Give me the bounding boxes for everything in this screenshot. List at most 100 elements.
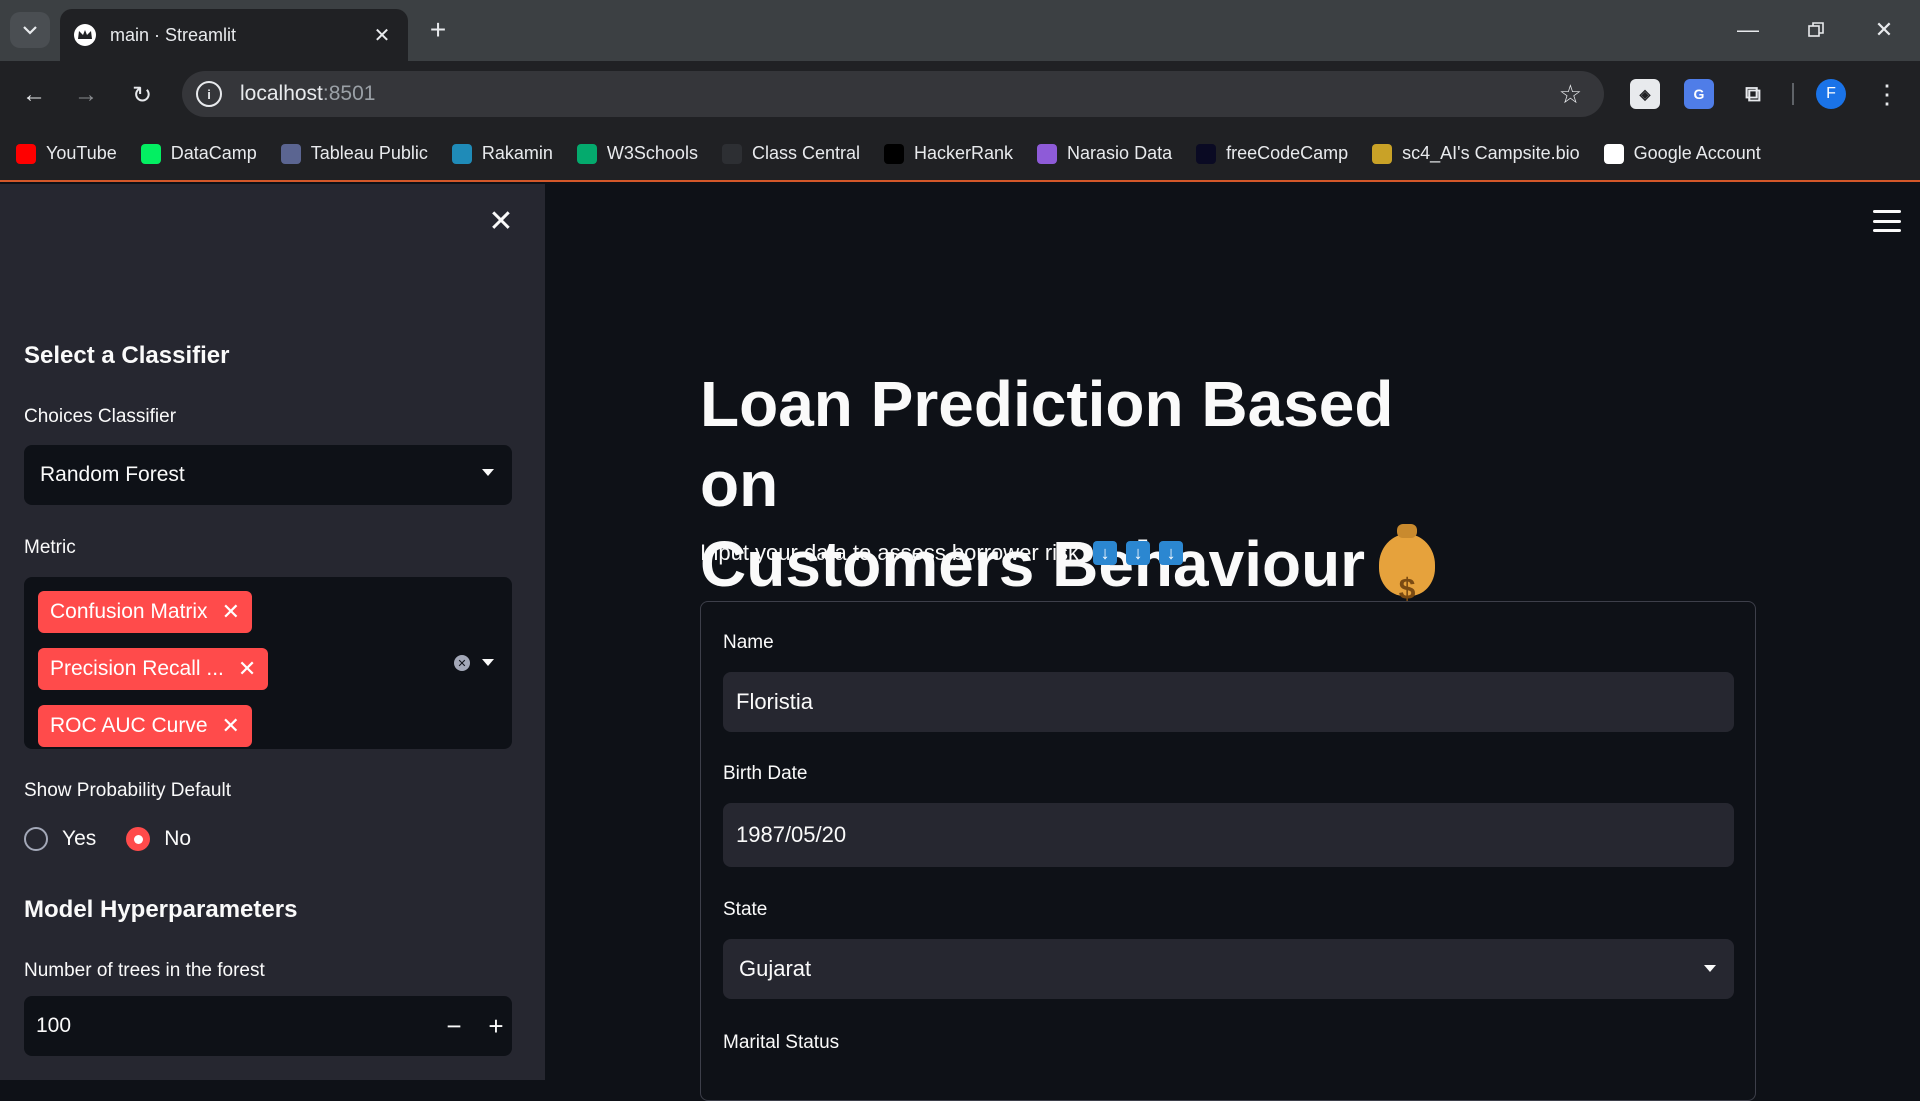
clear-all-icon[interactable]: ✕ <box>454 655 470 671</box>
decrement-button[interactable]: − <box>438 1010 470 1042</box>
metric-chip-label: Precision Recall ... <box>50 657 224 680</box>
bookmark-label: Narasio Data <box>1067 143 1173 163</box>
chevron-down-icon <box>1704 965 1716 972</box>
classifier-heading: Select a Classifier <box>24 342 230 369</box>
loan-form: Name Floristia Birth Date 1987/05/20 Sta… <box>700 601 1756 1101</box>
down-arrow-icon: ↓ <box>1159 541 1184 565</box>
bookmark-item[interactable]: W3Schools <box>576 143 698 164</box>
trees-label: Number of trees in the forest <box>24 960 265 981</box>
metric-chip[interactable]: Confusion Matrix ✕ <box>38 591 252 633</box>
title-line-1: Loan Prediction Based on <box>700 368 1394 520</box>
bookmark-label: YouTube <box>46 143 117 163</box>
bookmark-label: HackerRank <box>914 143 1014 163</box>
url-text: localhost:8501 <box>240 82 376 105</box>
down-arrow-icon: ↓ <box>1126 541 1151 565</box>
metric-chip[interactable]: Precision Recall ... ✕ <box>38 648 269 690</box>
browser-toolbar: ← → ↻ i localhost:8501 ☆ ◈ G ⧉ F ⋮ <box>0 61 1920 127</box>
probability-label: Show Probability Default <box>24 780 231 801</box>
bookmark-item[interactable]: Rakamin <box>451 143 553 164</box>
classifier-select-value: Random Forest <box>40 463 185 486</box>
bookmark-item[interactable]: Google Account <box>1603 143 1761 164</box>
name-label: Name <box>723 632 774 653</box>
w3schools-icon <box>576 143 597 164</box>
chevron-down-icon[interactable] <box>482 659 494 666</box>
bookmark-label: Google Account <box>1633 143 1761 163</box>
birth-date-value: 1987/05/20 <box>736 822 847 847</box>
address-bar[interactable]: i localhost:8501 ☆ <box>182 71 1604 117</box>
probability-radio-group: Yes No <box>24 827 221 851</box>
birth-date-input[interactable]: 1987/05/20 <box>723 803 1734 867</box>
radio-yes[interactable] <box>24 827 48 851</box>
radio-yes-label[interactable]: Yes <box>62 827 96 851</box>
campsite-icon <box>1372 143 1393 164</box>
profile-avatar[interactable]: F <box>1816 79 1846 109</box>
birth-date-label: Birth Date <box>723 763 808 784</box>
bookmark-item[interactable]: Class Central <box>721 143 860 164</box>
radio-no-label[interactable]: No <box>164 827 191 851</box>
money-bag-icon <box>1379 524 1436 630</box>
streamlit-main: Loan Prediction Based on Customers Behav… <box>545 184 1920 1101</box>
toolbar-divider <box>1792 83 1794 105</box>
page-subtitle: Input your data to assess borrower risk … <box>700 540 1184 566</box>
back-button[interactable]: ← <box>14 75 54 115</box>
state-label: State <box>723 899 768 920</box>
bookmark-item[interactable]: YouTube <box>16 143 117 164</box>
state-select[interactable]: Gujarat <box>723 939 1734 999</box>
google-translate-icon[interactable]: G <box>1684 79 1714 109</box>
remove-chip-icon[interactable]: ✕ <box>238 656 256 682</box>
down-arrow-icon: ↓ <box>1093 541 1118 565</box>
remove-chip-icon[interactable]: ✕ <box>222 713 240 739</box>
radio-no[interactable] <box>126 827 151 851</box>
browser-menu-icon[interactable]: ⋮ <box>1872 79 1902 109</box>
state-value: Gujarat <box>739 956 812 981</box>
streamlit-crown-icon <box>74 24 96 46</box>
name-input[interactable]: Floristia <box>723 672 1734 732</box>
bookmark-item[interactable]: HackerRank <box>884 143 1013 164</box>
marital-status-label: Marital Status <box>723 1032 840 1053</box>
restore-button[interactable] <box>1794 10 1838 50</box>
trees-number-input[interactable]: 100 − + <box>24 996 512 1056</box>
increment-button[interactable]: + <box>480 1010 512 1042</box>
google-icon <box>1603 143 1624 164</box>
bookmark-item[interactable]: sc4_AI's Campsite.bio <box>1372 143 1580 164</box>
browser-tab[interactable]: main · Streamlit ✕ <box>60 9 408 61</box>
bookmark-label: sc4_AI's Campsite.bio <box>1402 143 1580 163</box>
restore-icon <box>1808 22 1824 37</box>
metric-label: Metric <box>24 537 76 558</box>
bookmark-item[interactable]: DataCamp <box>140 143 257 164</box>
tab-close-icon[interactable]: ✕ <box>370 23 394 47</box>
page-title: Loan Prediction Based on Customers Behav… <box>700 364 1460 630</box>
bookmark-item[interactable]: Narasio Data <box>1037 143 1172 164</box>
minimize-button[interactable]: — <box>1726 10 1770 50</box>
site-info-icon[interactable]: i <box>196 81 222 107</box>
metric-multiselect[interactable]: Confusion Matrix ✕ Precision Recall ... … <box>24 577 512 749</box>
bookmark-label: Rakamin <box>481 143 553 163</box>
bookmark-label: W3Schools <box>606 143 698 163</box>
trees-value: 100 <box>36 1014 72 1037</box>
metric-chip-label: Confusion Matrix <box>50 600 208 623</box>
bookmark-item[interactable]: freeCodeCamp <box>1196 143 1348 164</box>
forward-button[interactable]: → <box>66 75 106 115</box>
tab-search-button[interactable] <box>10 12 50 48</box>
new-tab-button[interactable]: + <box>424 14 452 46</box>
streamlit-sidebar: ✕ Select a Classifier Choices Classifier… <box>0 184 545 1080</box>
bookmark-star-icon[interactable]: ☆ <box>1559 79 1582 110</box>
hyperparameters-heading: Model Hyperparameters <box>24 896 298 923</box>
close-sidebar-icon[interactable]: ✕ <box>486 205 516 238</box>
metric-chip[interactable]: ROC AUC Curve ✕ <box>38 705 252 747</box>
classifier-select[interactable]: Random Forest <box>24 445 512 505</box>
extension-cursor-icon[interactable]: ◈ <box>1630 79 1660 109</box>
metric-chip-label: ROC AUC Curve <box>50 714 208 737</box>
reload-button[interactable]: ↻ <box>122 75 162 115</box>
youtube-icon <box>16 143 36 164</box>
datacamp-icon <box>140 143 161 164</box>
extensions-puzzle-icon[interactable]: ⧉ <box>1738 79 1768 109</box>
remove-chip-icon[interactable]: ✕ <box>222 599 240 625</box>
bookmark-label: DataCamp <box>170 143 257 163</box>
main-menu-icon[interactable] <box>1873 210 1901 232</box>
close-window-button[interactable]: ✕ <box>1862 10 1906 50</box>
rakamin-icon <box>451 143 472 164</box>
bookmarks-bar: YouTube DataCamp Tableau Public Rakamin W3Sc… <box>0 127 1920 182</box>
bookmark-item[interactable]: Tableau Public <box>280 143 428 164</box>
chevron-down-icon <box>23 26 37 35</box>
